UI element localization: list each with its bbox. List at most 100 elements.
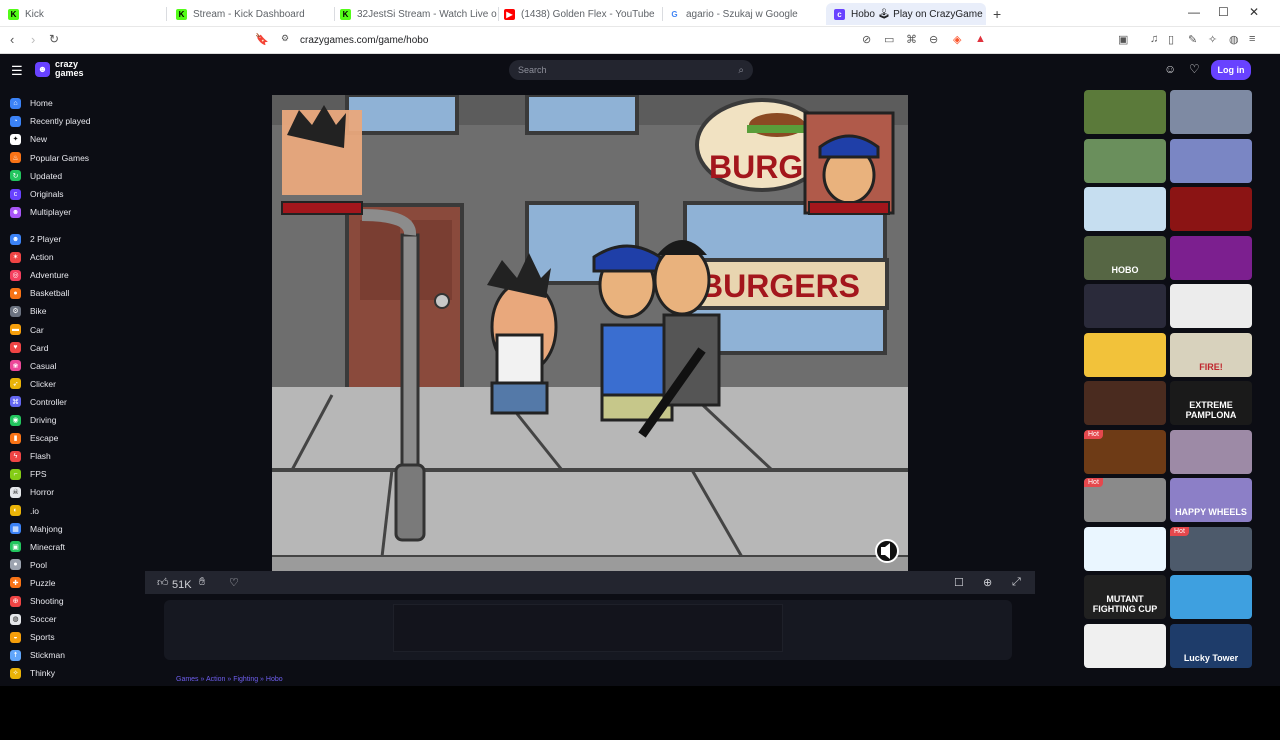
- browser-tab-2[interactable]: K 32JestSi Stream - Watch Live on Ki: [332, 3, 497, 25]
- like-icon[interactable]: 👍︎: [157, 576, 169, 589]
- dislike-icon[interactable]: ✋︎: [199, 576, 205, 589]
- sidebar-item-shooting[interactable]: ⊕ Shooting: [10, 594, 64, 608]
- back-icon[interactable]: ‹: [10, 32, 14, 47]
- game-thumbnail[interactable]: [1084, 381, 1166, 425]
- close-window-button[interactable]: ✕: [1249, 5, 1259, 19]
- browser-tab-5[interactable]: cHobo 🕹 Play on CrazyGame✕: [826, 3, 986, 25]
- forward-icon[interactable]: ›: [31, 32, 35, 47]
- game-thumbnail[interactable]: [1084, 284, 1166, 328]
- browser-tab-0[interactable]: K Kick: [0, 3, 165, 25]
- game-thumbnail[interactable]: MUTANT FIGHTING CUP: [1084, 575, 1166, 619]
- browser-tab-1[interactable]: K Stream - Kick Dashboard: [168, 3, 333, 25]
- sidebar-item-multiplayer[interactable]: ☻ Multiplayer: [10, 205, 71, 219]
- fullscreen-icon[interactable]: ⤢: [1012, 576, 1021, 589]
- game-thumbnail[interactable]: [1084, 526, 1166, 571]
- browser-tab-3[interactable]: ▶ (1438) Golden Flex - YouTube: [496, 3, 661, 25]
- sidebar-item-adventure[interactable]: ◎ Adventure: [10, 268, 69, 282]
- favorites-icon[interactable]: ♡: [1189, 62, 1200, 76]
- sidebar-item-fps[interactable]: ⌐ FPS: [10, 467, 47, 481]
- tracking-icon[interactable]: ⊘: [862, 33, 871, 46]
- maximize-button[interactable]: ☐: [1218, 5, 1229, 19]
- sidebar-item-bike[interactable]: ⚙ Bike: [10, 304, 47, 318]
- sidebar-item-originals[interactable]: c Originals: [10, 187, 64, 201]
- sidebar-item-car[interactable]: ▬ Car: [10, 323, 44, 337]
- sidebar-item-io[interactable]: ◐ .io: [10, 504, 39, 518]
- page-scrollbar[interactable]: [1262, 108, 1270, 740]
- crazygames-logo[interactable]: ☻ crazy games: [35, 60, 84, 78]
- extensions-icon[interactable]: ✎: [1188, 33, 1197, 46]
- sidebar-item-card[interactable]: ♥ Card: [10, 341, 48, 355]
- sidebar-item-puzzle[interactable]: ✚ Puzzle: [10, 576, 56, 590]
- sidebar-item-thinky[interactable]: ✧ Thinky: [10, 666, 55, 680]
- sidebar-item-basketball[interactable]: ● Basketball: [10, 286, 69, 300]
- theater-icon[interactable]: ⊕: [983, 576, 992, 589]
- game-thumbnail[interactable]: [1170, 284, 1252, 328]
- sidebar-item-action[interactable]: ✶ Action: [10, 250, 54, 264]
- game-thumbnail[interactable]: Lucky Tower: [1170, 623, 1252, 668]
- cast-icon[interactable]: ▭: [884, 33, 894, 46]
- sidebar-item-flash[interactable]: ϟ Flash: [10, 449, 51, 463]
- game-thumbnail[interactable]: [1170, 235, 1252, 280]
- login-button[interactable]: Log in: [1211, 60, 1251, 80]
- sidebar-item-minecraft[interactable]: ▣ Minecraft: [10, 540, 65, 554]
- game-thumbnail[interactable]: HAPPY WHEELS: [1170, 478, 1252, 522]
- reader-icon[interactable]: ▯: [1168, 33, 1174, 46]
- game-thumbnail[interactable]: [1084, 187, 1166, 231]
- sidebar-item-new[interactable]: ✦ New: [10, 132, 47, 146]
- bookmark-icon[interactable]: 🔖: [255, 33, 269, 46]
- game-thumbnail[interactable]: [1084, 90, 1166, 134]
- sidebar-item-horror[interactable]: ☠ Horror: [10, 485, 54, 499]
- sidebar-item-controller[interactable]: ⌘ Controller: [10, 395, 67, 409]
- site-info-icon[interactable]: ⚙: [281, 33, 289, 44]
- favorite-icon[interactable]: ♡: [229, 576, 239, 589]
- game-thumbnail[interactable]: [1084, 623, 1166, 668]
- game-thumbnail[interactable]: [1084, 138, 1166, 183]
- game-thumbnail[interactable]: [1170, 90, 1252, 134]
- game-thumbnail[interactable]: [1170, 138, 1252, 183]
- browser-tab-4[interactable]: Gagario - Szukaj w Google: [661, 3, 826, 25]
- breadcrumb[interactable]: Games » Action » Fighting » Hobo: [176, 676, 283, 683]
- vpn-icon[interactable]: ◍: [1229, 33, 1239, 46]
- shield-icon[interactable]: ◈: [953, 33, 961, 46]
- game-thumbnail[interactable]: Hot: [1084, 429, 1166, 474]
- sidebar-item-stickman[interactable]: ☨ Stickman: [10, 648, 65, 662]
- game-thumbnail[interactable]: [1084, 332, 1166, 377]
- search-input[interactable]: Search ⌕: [509, 60, 753, 80]
- sidebar-item-sports[interactable]: ◒ Sports: [10, 630, 55, 644]
- sidebar-item-pool[interactable]: ● Pool: [10, 558, 47, 572]
- leo-icon[interactable]: ✧: [1208, 33, 1217, 46]
- game-thumbnail[interactable]: [1170, 429, 1252, 474]
- rewards-icon[interactable]: ▲: [975, 33, 986, 45]
- sidebar-item-recently-played[interactable]: ◔ Recently played: [10, 114, 90, 128]
- sidebar-item-mahjong[interactable]: ▦ Mahjong: [10, 522, 63, 536]
- friends-icon[interactable]: ☺: [1164, 62, 1176, 76]
- game-thumbnail[interactable]: [1170, 187, 1252, 231]
- zoom-icon[interactable]: ⊖: [929, 33, 938, 46]
- url-field[interactable]: crazygames.com/game/hobo: [300, 35, 428, 46]
- game-canvas[interactable]: BURGERS BURG: [272, 95, 908, 572]
- sidebar-item-popular-games[interactable]: ♨ Popular Games: [10, 151, 89, 165]
- search-icon[interactable]: ⌕: [738, 65, 744, 76]
- sidebar-toggle-icon[interactable]: ▣: [1118, 33, 1128, 46]
- sidebar-item-escape[interactable]: ▮ Escape: [10, 431, 58, 445]
- sidebar-item-updated[interactable]: ↻ Updated: [10, 169, 62, 183]
- menu-icon[interactable]: ≡: [1249, 33, 1255, 45]
- translate-icon[interactable]: ⌘: [906, 33, 917, 46]
- game-thumbnail[interactable]: Hot: [1170, 526, 1252, 571]
- reload-icon[interactable]: ↻: [49, 32, 59, 46]
- game-thumbnail[interactable]: HOBO: [1084, 235, 1166, 280]
- game-thumbnail[interactable]: FIRE!: [1170, 332, 1252, 377]
- game-thumbnail[interactable]: EXTREME PAMPLONA: [1170, 381, 1252, 425]
- game-thumbnail[interactable]: Hot: [1084, 478, 1166, 522]
- new-tab-button[interactable]: +: [993, 6, 1001, 22]
- feedback-icon[interactable]: ☐: [954, 576, 964, 589]
- hamburger-menu-icon[interactable]: ☰: [11, 63, 23, 79]
- sidebar-item-soccer[interactable]: ◍ Soccer: [10, 612, 56, 626]
- sidebar-item-clicker[interactable]: ➶ Clicker: [10, 377, 56, 391]
- sidebar-item-casual[interactable]: ❀ Casual: [10, 359, 56, 373]
- minimize-button[interactable]: —: [1188, 5, 1200, 19]
- sidebar-item-home[interactable]: ⌂ Home: [10, 96, 53, 110]
- sidebar-item-2-player[interactable]: ☻ 2 Player: [10, 232, 61, 246]
- game-thumbnail[interactable]: [1170, 575, 1252, 619]
- sidebar-item-driving[interactable]: ◉ Driving: [10, 413, 56, 427]
